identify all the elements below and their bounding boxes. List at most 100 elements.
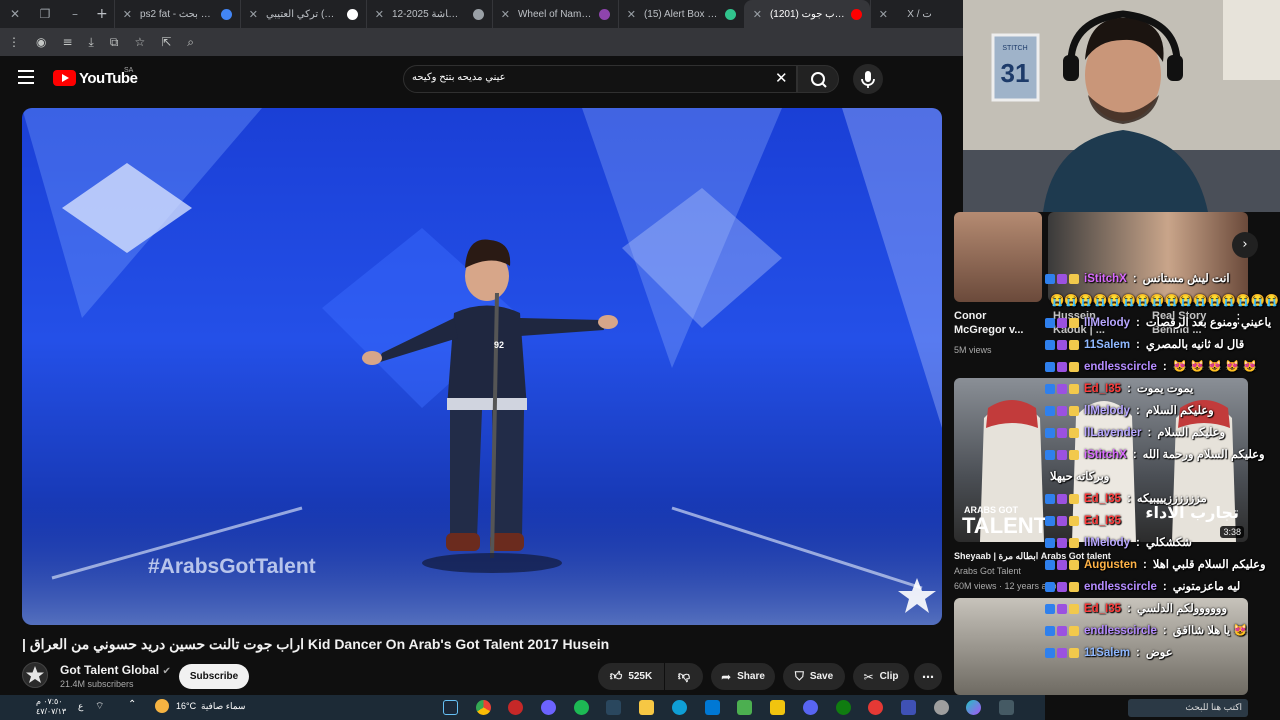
subscribe-button[interactable]: Subscribe: [179, 664, 249, 689]
extensions-icon[interactable]: ⧉: [110, 35, 119, 50]
search-button[interactable]: [797, 65, 839, 93]
close-tab-icon[interactable]: ✕: [753, 8, 762, 21]
app-icon[interactable]: [868, 700, 883, 715]
menu-dots-icon[interactable]: ⋮: [8, 35, 20, 49]
browser-tab-active[interactable]: ✕ (1201) اراب جوت: [743, 0, 870, 28]
minecraft-icon[interactable]: [737, 700, 752, 715]
channel-avatar[interactable]: [22, 662, 48, 688]
search-input[interactable]: عيني مديحه بتتح وكيحه: [412, 72, 772, 83]
next-arrow-icon[interactable]: ›: [1232, 232, 1258, 258]
chat-username[interactable]: Ed_I35: [1084, 510, 1121, 532]
download-icon[interactable]: ⤓: [89, 35, 94, 50]
spotify-icon[interactable]: [574, 700, 589, 715]
channel-name[interactable]: Got Talent Global ✔: [60, 663, 171, 677]
share-button[interactable]: ➦ Share: [711, 663, 775, 690]
chat-username[interactable]: endlesscircle: [1084, 620, 1157, 642]
reading-list-icon[interactable]: ≡: [62, 35, 72, 49]
chat-username[interactable]: Ed_I35: [1084, 488, 1121, 510]
browser-tab[interactable]: ✕ تركي العتيبي (@z6ij): [239, 0, 366, 28]
hamburger-menu-icon[interactable]: [18, 70, 34, 84]
chat-username[interactable]: Augusten: [1084, 554, 1137, 576]
weather-text[interactable]: سماء صافية: [201, 701, 245, 712]
copilot-icon[interactable]: [966, 700, 981, 715]
browser-tab[interactable]: ✕ لقطة الشاشة 2025-12: [365, 0, 492, 28]
chat-text: وبركاته حيهلا: [1050, 471, 1110, 483]
chat-username[interactable]: llMelody: [1084, 312, 1130, 334]
recommended-thumbnail[interactable]: [954, 212, 1042, 302]
chat-username[interactable]: iStitchX: [1084, 444, 1127, 466]
recommended-title[interactable]: Conor McGregor v...: [954, 309, 1034, 337]
close-tab-icon[interactable]: ✕: [501, 8, 510, 21]
youtube-logo-icon[interactable]: [53, 70, 76, 86]
badge-icon: [1045, 428, 1055, 438]
browser-tab[interactable]: ✕ (15) Alert Box / Stream: [617, 0, 744, 28]
more-actions-button[interactable]: ⋯: [914, 663, 942, 690]
tab-title: تركي العتيبي (@z6ij): [265, 8, 341, 20]
browser-tab[interactable]: ✕ Wheel of Names | ...: [491, 0, 618, 28]
close-tab-icon[interactable]: ✕: [249, 8, 258, 21]
steam-icon[interactable]: [606, 700, 621, 715]
chat-username[interactable]: 11Salem: [1084, 642, 1130, 664]
zoom-icon[interactable]: ⌕: [187, 35, 194, 50]
chat-badges: [1045, 604, 1079, 614]
chat-username[interactable]: Ed_I35: [1084, 378, 1121, 400]
settings-icon[interactable]: [934, 700, 949, 715]
show-hidden-icons-icon[interactable]: ⌃: [128, 699, 136, 710]
save-button[interactable]: ⛉ Save: [783, 663, 845, 690]
app-icon[interactable]: [901, 700, 916, 715]
close-tab-icon[interactable]: ✕: [627, 8, 636, 21]
file-explorer-icon[interactable]: [639, 700, 654, 715]
clip-button[interactable]: ✂ Clip: [853, 663, 909, 690]
chat-username[interactable]: llMelody: [1084, 400, 1130, 422]
restore-window-icon[interactable]: ❐: [30, 7, 60, 21]
bookmark-star-icon[interactable]: ☆: [134, 35, 145, 49]
video-player[interactable]: #ArabsGotTalent 92: [22, 108, 942, 625]
edge-icon[interactable]: [672, 700, 687, 715]
close-window-icon[interactable]: ✕: [0, 7, 30, 21]
bookmark-icon: ⛉: [794, 669, 804, 683]
dislike-button[interactable]: 👎︎: [665, 663, 703, 690]
new-tab-icon[interactable]: +: [96, 6, 108, 22]
clock-time[interactable]: ٠٧:٥٠ م: [36, 697, 63, 706]
app-icon[interactable]: [508, 700, 523, 715]
xbox-icon[interactable]: [836, 700, 851, 715]
chrome-icon[interactable]: [476, 700, 491, 715]
app-icon[interactable]: [803, 700, 818, 715]
clock-date[interactable]: ٤٧/٠٧/١٣: [36, 707, 66, 716]
chat-separator: :: [1136, 317, 1140, 329]
input-language[interactable]: ع: [78, 701, 83, 712]
vscode-icon[interactable]: [705, 700, 720, 715]
chat-username[interactable]: iStitchX: [1084, 268, 1127, 290]
profile-icon[interactable]: ◉: [36, 35, 46, 49]
voice-search-button[interactable]: [853, 64, 883, 94]
wifi-icon[interactable]: ⌔: [95, 700, 104, 713]
close-tab-icon[interactable]: ✕: [879, 8, 888, 21]
weather-temp[interactable]: 16°C: [176, 701, 196, 711]
badge-icon: [1069, 384, 1079, 394]
task-view-icon[interactable]: [999, 700, 1014, 715]
browser-tab[interactable]: ✕ ps2 fat - بحث Google: [113, 0, 240, 28]
app-icon[interactable]: [770, 700, 785, 715]
browser-tab[interactable]: ✕ X / ت: [869, 0, 940, 28]
chat-username[interactable]: llMelody: [1084, 532, 1130, 554]
chat-username[interactable]: endlesscircle: [1084, 576, 1157, 598]
badge-icon: [1045, 384, 1055, 394]
recommended-channel[interactable]: Arabs Got Talent: [954, 566, 1021, 576]
app-icon[interactable]: [541, 700, 556, 715]
chat-username[interactable]: 11Salem: [1084, 334, 1130, 356]
badge-icon: [1045, 604, 1055, 614]
close-tab-icon[interactable]: ✕: [123, 8, 132, 21]
chat-username[interactable]: Ed_I35: [1084, 598, 1121, 620]
close-tab-icon[interactable]: ✕: [375, 8, 384, 21]
steam-icon[interactable]: [443, 700, 458, 715]
channel-name-text[interactable]: Got Talent Global: [60, 663, 159, 677]
chat-username[interactable]: endlesscircle: [1084, 356, 1157, 378]
tab-title: لقطة الشاشة 2025-12: [391, 8, 467, 20]
clear-search-icon[interactable]: ✕: [775, 69, 788, 87]
taskbar-search[interactable]: اكتب هنا للبحث: [1128, 699, 1248, 717]
chat-badges: [1045, 450, 1079, 460]
share-page-icon[interactable]: ⇱: [161, 35, 171, 49]
minimize-window-icon[interactable]: –: [60, 7, 90, 21]
chat-username[interactable]: llLavender: [1084, 422, 1142, 444]
like-button[interactable]: 👍︎ 525K: [598, 663, 664, 690]
